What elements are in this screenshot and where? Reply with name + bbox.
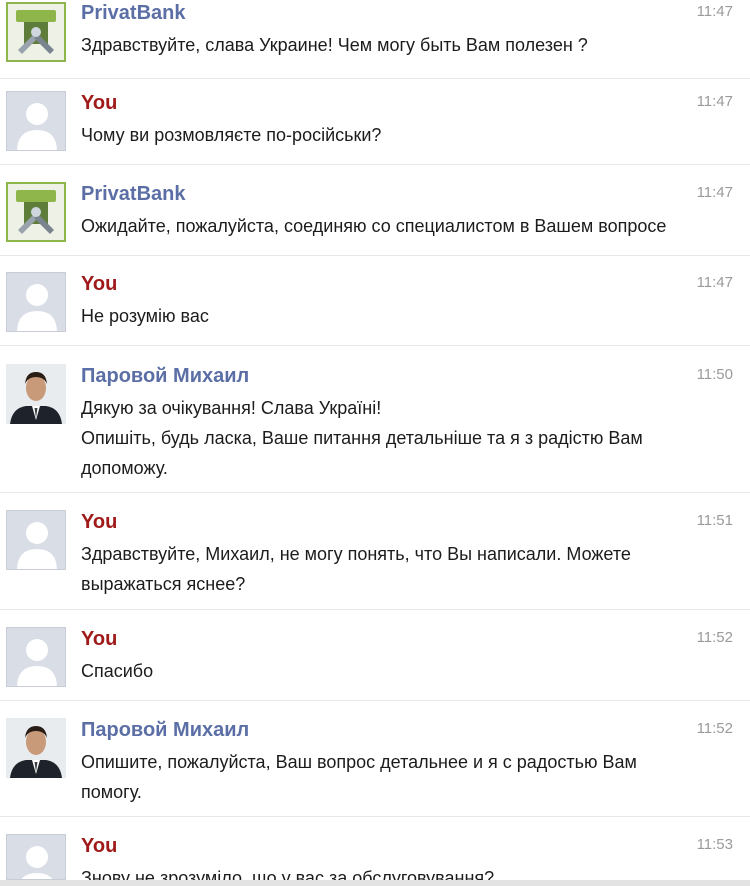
message-text: Чому ви розмовляєте по-російськи? <box>81 120 740 150</box>
default-user-silhouette-icon <box>6 834 66 880</box>
sender-name: Паровой Михаил <box>81 365 250 387</box>
message-line: Опишіть, будь ласка, Ваше питання деталь… <box>81 428 643 448</box>
message-text: Здравствуйте, Михаил, не могу понять, чт… <box>81 539 740 599</box>
message-line: помогу. <box>81 782 142 802</box>
sender-name: You <box>81 835 118 857</box>
chat-message: You 11:47 Не розумію вас <box>0 272 750 346</box>
sender-name: You <box>81 628 118 650</box>
message-line: выражаться яснее? <box>81 574 246 594</box>
chat-message: You 11:52 Спасибо <box>0 627 750 701</box>
sender-name: PrivatBank <box>81 183 186 205</box>
message-time: 11:47 <box>696 184 733 201</box>
chat-message: You 11:47 Чому ви розмовляєте по-російсь… <box>0 91 750 165</box>
default-user-silhouette-icon <box>6 510 66 570</box>
message-text: Не розумію вас <box>81 301 740 331</box>
chat-message: PrivatBank 11:47 Здравствуйте, слава Укр… <box>0 2 750 79</box>
message-text: Ожидайте, пожалуйста, соединяю со специа… <box>81 211 740 241</box>
message-time: 11:47 <box>696 3 733 20</box>
message-line: Дякую за очікування! Слава Україні! <box>81 398 382 418</box>
message-line: Здравствуйте, Михаил, не могу понять, чт… <box>81 544 631 564</box>
default-user-silhouette-icon <box>6 91 66 151</box>
default-user-silhouette-icon <box>6 627 66 687</box>
message-line: Чому ви розмовляєте по-російськи? <box>81 125 382 145</box>
message-time: 11:52 <box>696 629 733 646</box>
privatbank-tools-icon <box>6 182 66 242</box>
message-time: 11:47 <box>696 274 733 291</box>
agent-photo-avatar <box>6 364 66 424</box>
message-time: 11:53 <box>696 836 733 853</box>
message-text: Знову не зрозуміло, що у вас за обслугов… <box>81 863 740 881</box>
sender-name: You <box>81 273 118 295</box>
privatbank-tools-icon <box>6 2 66 62</box>
chat-message: Паровой Михаил 11:52 Опишите, пожалуйста… <box>0 718 750 817</box>
message-line: Ожидайте, пожалуйста, соединяю со специа… <box>81 216 667 236</box>
default-user-silhouette-icon <box>6 272 66 332</box>
message-text: Дякую за очікування! Слава Україні! Опиш… <box>81 393 740 483</box>
message-time: 11:51 <box>696 512 733 529</box>
message-text: Здравствуйте, слава Украине! Чем могу бы… <box>81 30 740 60</box>
message-line: допоможу. <box>81 458 168 478</box>
message-line: Не розумію вас <box>81 306 209 326</box>
sender-name: You <box>81 511 118 533</box>
message-line: Знову не зрозуміло, що у вас за обслугов… <box>81 868 495 881</box>
chat-message: PrivatBank 11:47 Ожидайте, пожалуйста, с… <box>0 182 750 256</box>
chat-message: You 11:51 Здравствуйте, Михаил, не могу … <box>0 510 750 610</box>
chat-log: PrivatBank 11:47 Здравствуйте, слава Укр… <box>0 0 750 886</box>
message-text: Спасибо <box>81 656 740 686</box>
message-line: Опишите, пожалуйста, Ваш вопрос детальне… <box>81 752 637 772</box>
message-text: Опишите, пожалуйста, Ваш вопрос детальне… <box>81 747 740 807</box>
chat-message: You 11:53 Знову не зрозуміло, що у вас з… <box>0 834 750 881</box>
sender-name: Паровой Михаил <box>81 719 250 741</box>
message-time: 11:50 <box>696 366 733 383</box>
message-line: Спасибо <box>81 661 154 681</box>
sender-name: PrivatBank <box>81 2 186 24</box>
message-line: Здравствуйте, слава Украине! Чем могу бы… <box>81 35 588 55</box>
chat-message: Паровой Михаил 11:50 Дякую за очікування… <box>0 364 750 493</box>
message-time: 11:52 <box>696 720 733 737</box>
message-time: 11:47 <box>696 93 733 110</box>
panel-bottom-edge <box>0 880 750 886</box>
agent-photo-avatar <box>6 718 66 778</box>
sender-name: You <box>81 92 118 114</box>
